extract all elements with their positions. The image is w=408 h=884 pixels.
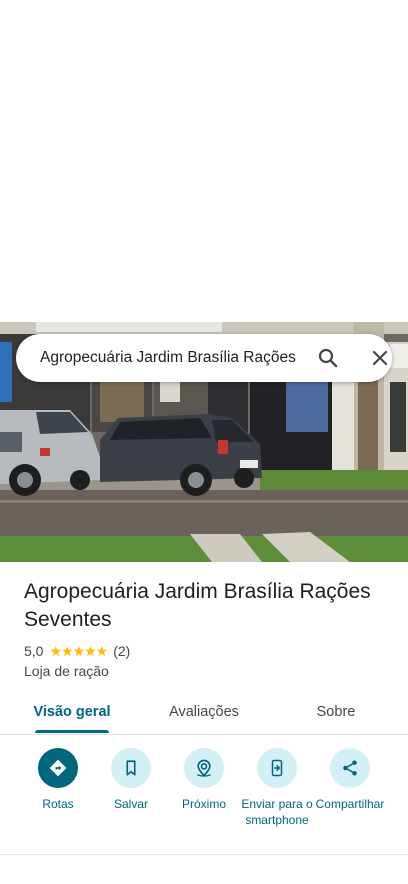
share-button[interactable]: Compartilhar [310,748,390,812]
send-to-phone-icon [257,748,297,788]
star-rating-icon: ★★★★★ [49,642,108,659]
place-category[interactable]: Loja de ração [24,663,109,679]
search-input[interactable]: Agropecuária Jardim Brasília Rações [40,334,302,382]
tab-reviews[interactable]: Avaliações [150,694,258,732]
share-icon [330,748,370,788]
rating-row[interactable]: 5,0 ★★★★★ (2) [24,641,130,661]
bookmark-icon [111,748,151,788]
send-to-phone-button[interactable]: Enviar para o smartphone [237,748,317,828]
save-button[interactable]: Salvar [91,748,171,812]
tab-bar: Visão geral Avaliações Sobre [0,694,408,735]
tab-about[interactable]: Sobre [300,694,372,732]
divider [0,854,408,855]
map-area-blank [0,0,408,322]
tab-overview[interactable]: Visão geral [20,694,124,732]
directions-label: Rotas [42,797,74,811]
directions-icon [38,748,78,788]
place-title: Agropecuária Jardim Brasília Rações Seve… [24,580,371,631]
action-bar: Rotas Salvar Próximo Enviar para o smart… [0,748,408,848]
nearby-icon [184,748,224,788]
directions-button[interactable]: Rotas [18,748,98,812]
search-bar[interactable]: Agropecuária Jardim Brasília Rações [16,334,392,382]
send-to-phone-label: Enviar para o smartphone [241,797,313,827]
rating-value: 5,0 [24,643,44,659]
save-label: Salvar [113,797,148,811]
share-label: Compartilhar [315,797,385,811]
nearby-button[interactable]: Próximo [164,748,244,812]
search-icon[interactable] [316,346,340,370]
nearby-label: Próximo [181,797,226,811]
active-tab-indicator [35,730,109,733]
review-count[interactable]: (2) [113,643,130,659]
close-icon[interactable] [368,346,392,370]
